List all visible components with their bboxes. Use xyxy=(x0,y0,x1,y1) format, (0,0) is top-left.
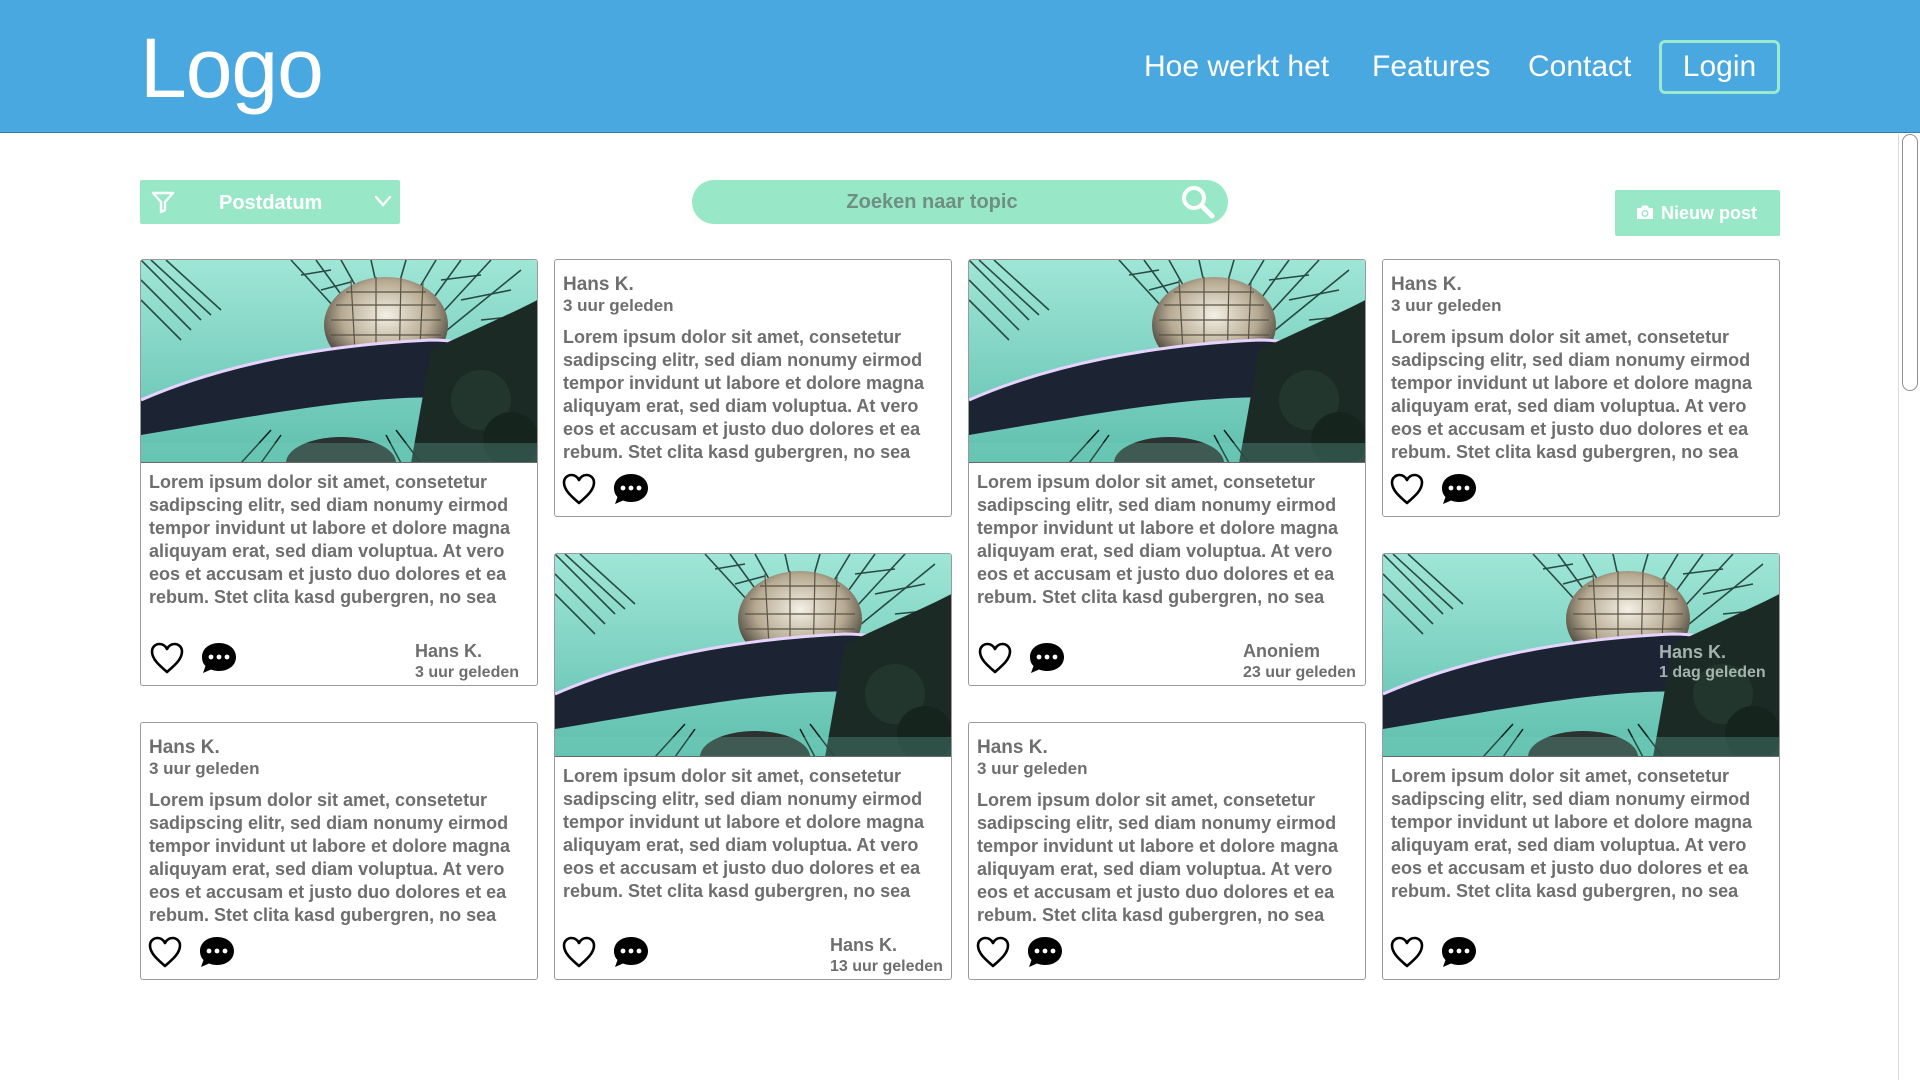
post-author: Hans K. xyxy=(563,274,634,295)
post-card[interactable]: Hans K. 1 dag geleden Lorem ipsum dolor … xyxy=(1382,553,1780,980)
page-scrollbar[interactable] xyxy=(1898,134,1920,1080)
post-card[interactable]: Lorem ipsum dolor sit amet, consetetur s… xyxy=(554,553,952,980)
heart-icon[interactable] xyxy=(1389,471,1425,507)
post-text: Lorem ipsum dolor sit amet, consetetur s… xyxy=(149,790,511,925)
comment-icon[interactable] xyxy=(1439,934,1479,970)
new-post-label: Nieuw post xyxy=(1661,203,1758,223)
heart-icon[interactable] xyxy=(975,934,1011,970)
post-text: Lorem ipsum dolor sit amet, consetetur s… xyxy=(977,472,1339,607)
new-post-button[interactable]: Nieuw post xyxy=(1615,190,1780,236)
heart-icon[interactable] xyxy=(977,640,1013,676)
post-text: Lorem ipsum dolor sit amet, consetetur s… xyxy=(149,472,511,607)
post-card[interactable]: Lorem ipsum dolor sit amet, consetetur s… xyxy=(140,259,538,686)
post-card[interactable]: Hans K. 3 uur geleden Lorem ipsum dolor … xyxy=(554,259,952,517)
filter-icon xyxy=(151,191,175,214)
heart-icon[interactable] xyxy=(1389,934,1425,970)
top-navbar: Logo Hoe werkt het Features Contact Logi… xyxy=(0,0,1920,133)
nav-link-features[interactable]: Features xyxy=(1372,50,1490,84)
post-time: 13 uur geleden xyxy=(830,958,943,975)
post-text: Lorem ipsum dolor sit amet, consetetur s… xyxy=(563,766,925,901)
post-time: 3 uur geleden xyxy=(415,664,520,681)
post-text: Lorem ipsum dolor sit amet, consetetur s… xyxy=(1391,327,1753,462)
post-time: 3 uur geleden xyxy=(1391,296,1502,315)
post-author: Hans K. xyxy=(1659,642,1727,662)
comment-icon[interactable] xyxy=(1025,934,1065,970)
post-author: Hans K. xyxy=(149,737,220,758)
comment-icon[interactable] xyxy=(1439,471,1479,507)
post-image xyxy=(969,260,1365,463)
post-author: Hans K. xyxy=(1391,274,1462,295)
heart-icon[interactable] xyxy=(561,934,597,970)
post-author: Hans K. xyxy=(415,641,483,661)
camera-icon xyxy=(1637,205,1653,219)
post-card[interactable]: Lorem ipsum dolor sit amet, consetetur s… xyxy=(968,259,1366,686)
chevron-down-icon xyxy=(374,195,392,207)
post-time: 3 uur geleden xyxy=(149,759,260,778)
post-card[interactable]: Hans K. 3 uur geleden Lorem ipsum dolor … xyxy=(968,722,1366,980)
comment-icon[interactable] xyxy=(199,640,239,676)
heart-icon[interactable] xyxy=(147,934,183,970)
post-time: 3 uur geleden xyxy=(977,759,1088,778)
post-image xyxy=(555,554,951,757)
post-author: Hans K. xyxy=(830,935,898,955)
post-author: Anoniem xyxy=(1243,641,1321,661)
post-time: 3 uur geleden xyxy=(563,296,674,315)
nav-link-hoe-werkt-het[interactable]: Hoe werkt het xyxy=(1144,50,1329,84)
comment-icon[interactable] xyxy=(611,934,651,970)
search-icon[interactable] xyxy=(1180,184,1216,220)
scrollbar-thumb[interactable] xyxy=(1902,134,1918,391)
post-author: Hans K. xyxy=(977,737,1048,758)
post-card[interactable]: Hans K. 3 uur geleden Lorem ipsum dolor … xyxy=(1382,259,1780,517)
post-card[interactable]: Hans K. 3 uur geleden Lorem ipsum dolor … xyxy=(140,722,538,980)
post-image xyxy=(141,260,537,463)
heart-icon[interactable] xyxy=(561,471,597,507)
comment-icon[interactable] xyxy=(611,471,651,507)
sort-filter-dropdown[interactable]: Postdatum xyxy=(140,180,400,224)
filter-label: Postdatum xyxy=(219,192,323,214)
comment-icon[interactable] xyxy=(197,934,237,970)
post-text: Lorem ipsum dolor sit amet, consetetur s… xyxy=(977,790,1339,925)
post-text: Lorem ipsum dolor sit amet, consetetur s… xyxy=(563,327,925,462)
search-bar xyxy=(692,180,1228,224)
comment-icon[interactable] xyxy=(1027,640,1067,676)
post-time: 23 uur geleden xyxy=(1243,664,1356,681)
logo[interactable]: Logo xyxy=(140,20,324,117)
post-text: Lorem ipsum dolor sit amet, consetetur s… xyxy=(1391,766,1753,901)
post-time: 1 dag geleden xyxy=(1659,664,1766,681)
heart-icon[interactable] xyxy=(149,640,185,676)
search-input[interactable] xyxy=(712,180,1152,224)
login-button[interactable]: Login xyxy=(1659,40,1780,94)
nav-link-contact[interactable]: Contact xyxy=(1528,50,1631,84)
